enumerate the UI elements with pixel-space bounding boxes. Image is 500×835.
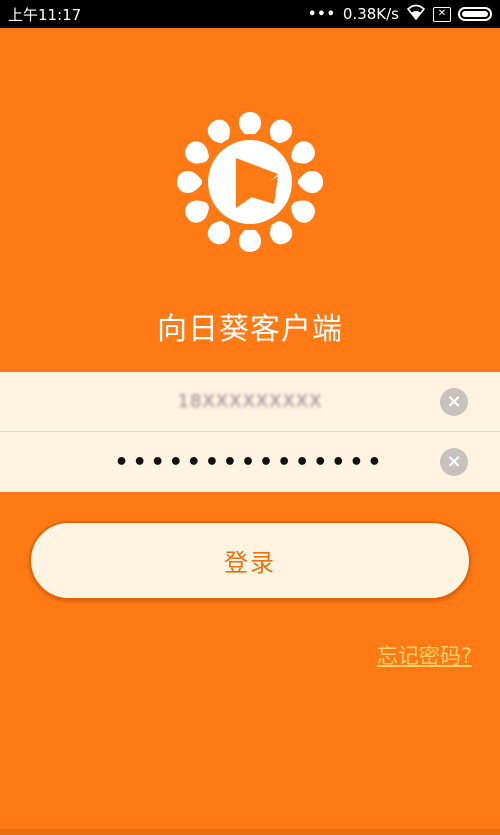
logo-petal — [177, 171, 203, 193]
app-title: 向日葵客户端 — [157, 312, 343, 347]
sunflower-logo — [170, 110, 330, 255]
username-field[interactable]: 18XXXXXXXXX × — [0, 372, 500, 432]
password-field[interactable]: ••••••••••••••• × — [0, 432, 500, 492]
clear-username-icon[interactable]: × — [440, 388, 468, 416]
bottom-divider — [0, 829, 500, 835]
status-time: 上午11:17 — [8, 5, 82, 24]
login-button[interactable]: 登录 — [29, 521, 471, 600]
sim-icon: ✕ — [433, 6, 451, 22]
battery-icon — [458, 7, 492, 21]
password-value[interactable]: ••••••••••••••• — [115, 450, 386, 475]
clear-password-icon[interactable]: × — [440, 448, 468, 476]
status-bar: 上午11:17 ••• 0.38K/s ✕ — [0, 0, 500, 28]
login-button-label: 登录 — [224, 549, 276, 577]
username-value[interactable]: 18XXXXXXXXX — [178, 391, 323, 412]
wifi-icon — [406, 4, 426, 24]
logo-petal — [297, 171, 323, 193]
forgot-password-link[interactable]: 忘记密码? — [377, 640, 472, 670]
network-speed: 0.38K/s — [342, 5, 399, 23]
notification-dots-icon: ••• — [307, 6, 336, 22]
